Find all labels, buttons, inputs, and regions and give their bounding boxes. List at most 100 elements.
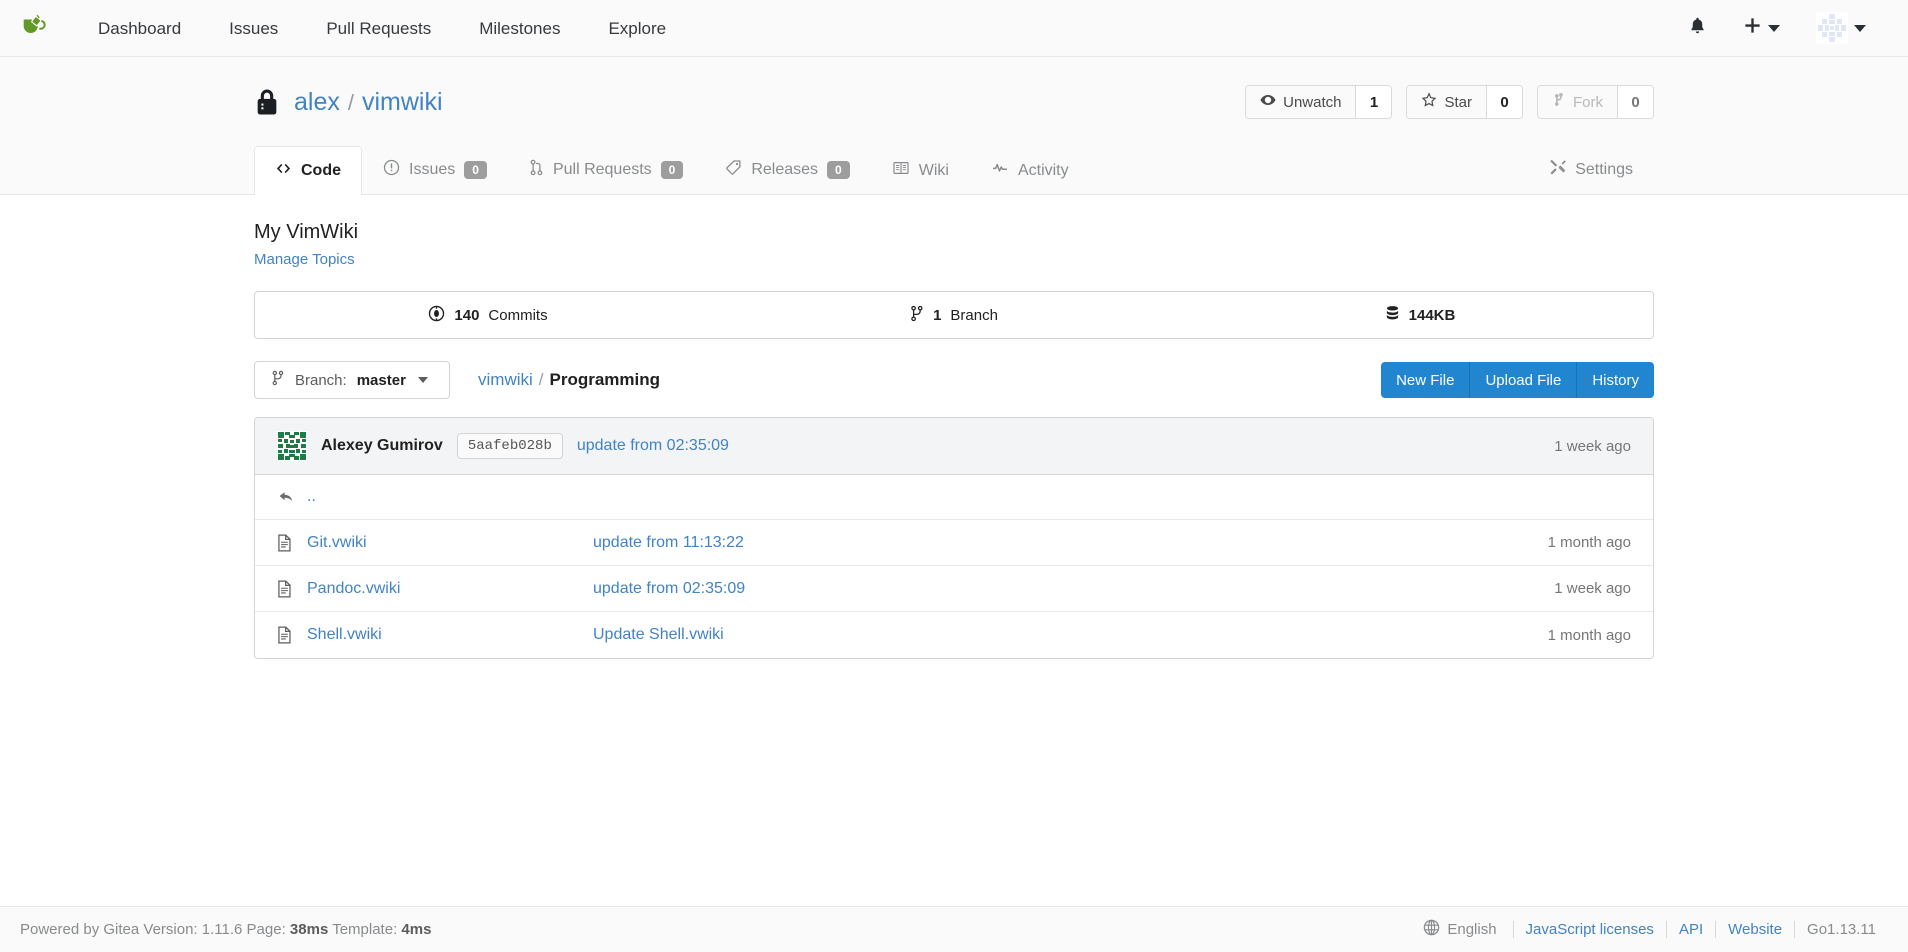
notifications-button[interactable] [1670, 6, 1725, 50]
stat-branches-count: 1 [933, 306, 942, 324]
star-button[interactable]: Star [1407, 86, 1486, 118]
chevron-down-icon [1768, 24, 1780, 32]
top-navbar: Dashboard Issues Pull Requests Milestone… [0, 0, 1908, 57]
nav-link-dashboard[interactable]: Dashboard [74, 2, 205, 55]
tab-pull-requests[interactable]: Pull Requests 0 [508, 144, 704, 195]
file-name: Shell.vwiki [307, 626, 593, 644]
commit-author-name[interactable]: Alexey Gumirov [321, 437, 443, 455]
file-path-breadcrumb: vimwiki / Programming [478, 370, 660, 390]
stat-branches[interactable]: 1 Branch [721, 292, 1187, 338]
file-commit-message: Update Shell.vwiki [593, 626, 1548, 644]
page-footer: Powered by Gitea Version: 1.11.6 Page: 3… [0, 906, 1908, 952]
parent-directory-link[interactable]: .. [307, 488, 316, 505]
chevron-down-icon [417, 377, 428, 383]
reply-arrow-icon [277, 489, 307, 505]
footer-gitea-version: 1.11.6 [201, 921, 243, 938]
footer-link-js-licenses[interactable]: JavaScript licenses [1514, 921, 1666, 938]
table-row[interactable]: Git.vwiki update from 11:13:22 1 month a… [255, 520, 1653, 566]
file-link[interactable]: Shell.vwiki [307, 626, 382, 643]
footer-template-time: 4ms [401, 921, 432, 938]
nav-link-issues[interactable]: Issues [205, 2, 302, 55]
upload-file-button[interactable]: Upload File [1470, 362, 1578, 398]
latest-commit-header: Alexey Gumirov 5aafeb028b update from 02… [255, 418, 1653, 475]
tab-releases-label: Releases [751, 161, 819, 178]
file-link[interactable]: Pandoc.vwiki [307, 580, 400, 597]
commit-age: 1 week ago [1554, 437, 1631, 455]
tab-releases[interactable]: Releases 0 [704, 144, 870, 195]
file-commit-link[interactable]: Update Shell.vwiki [593, 626, 724, 643]
commit-message[interactable]: update from 02:35:09 [577, 437, 729, 455]
repo-name-link[interactable]: vimwiki [362, 87, 443, 117]
unwatch-label: Unwatch [1283, 93, 1342, 111]
stat-repo-size-value: 144KB [1408, 306, 1456, 324]
repository-action-buttons: Unwatch 1 Star 0 Fork 0 [1245, 85, 1654, 119]
branch-and-path-row: Branch: master vimwiki / Programming New… [254, 361, 1654, 399]
footer-links: English JavaScript licenses API Website … [1423, 919, 1888, 940]
nav-link-milestones[interactable]: Milestones [455, 2, 584, 55]
file-icon [277, 534, 307, 552]
file-name: Pandoc.vwiki [307, 580, 593, 598]
repo-owner-link[interactable]: alex [294, 87, 340, 117]
breadcrumb-root-link[interactable]: vimwiki [478, 370, 533, 390]
tab-issues[interactable]: Issues 0 [362, 144, 508, 195]
footer-powered-prefix: Powered by Gitea Version: [20, 921, 198, 938]
tab-code[interactable]: Code [254, 146, 362, 195]
file-action-buttons: New File Upload File History [1381, 362, 1654, 398]
repository-stats-bar: 140 Commits 1 Branch 144KB [254, 291, 1654, 339]
stat-commits-label: Commits [488, 306, 548, 324]
history-button[interactable]: History [1577, 362, 1654, 398]
manage-topics-link[interactable]: Manage Topics [254, 251, 355, 268]
tab-activity[interactable]: Activity [970, 145, 1090, 195]
footer-link-website[interactable]: Website [1716, 921, 1794, 938]
file-commit-link[interactable]: update from 11:13:22 [593, 534, 744, 551]
fork-count[interactable]: 0 [1617, 86, 1653, 118]
table-row[interactable]: Shell.vwiki Update Shell.vwiki 1 month a… [255, 612, 1653, 658]
file-commit-link[interactable]: update from 02:35:09 [593, 580, 745, 597]
repository-tabs: Code Issues 0 Pull Requests 0 Releases 0… [246, 143, 1662, 195]
notification-bell-icon [1688, 16, 1707, 40]
repository-title-row: alex / vimwiki Unwatch 1 Star 0 Fork 0 [246, 79, 1662, 125]
file-link[interactable]: Git.vwiki [307, 534, 367, 551]
file-commit-message: update from 02:35:09 [593, 580, 1554, 598]
fork-icon [1552, 92, 1566, 112]
tools-icon [1549, 159, 1567, 181]
nav-link-explore[interactable]: Explore [584, 2, 690, 55]
stat-branches-label: Branch [950, 306, 998, 324]
gitea-logo-link[interactable] [16, 10, 52, 46]
tab-releases-count: 0 [827, 161, 850, 179]
language-selector[interactable]: English [1423, 919, 1512, 940]
new-file-button[interactable]: New File [1381, 362, 1471, 398]
tab-issues-count: 0 [464, 161, 487, 179]
repository-header: alex / vimwiki Unwatch 1 Star 0 Fork 0 C… [0, 57, 1908, 195]
identicon-avatar [277, 431, 307, 461]
nav-link-pull-requests[interactable]: Pull Requests [302, 2, 455, 55]
create-new-menu[interactable] [1725, 6, 1798, 50]
chevron-down-icon [1854, 24, 1866, 32]
branch-icon [910, 305, 924, 326]
branch-icon [271, 370, 285, 390]
commit-sha[interactable]: 5aafeb028b [456, 433, 563, 459]
breadcrumb-separator: / [347, 90, 354, 115]
tab-wiki[interactable]: Wiki [871, 145, 970, 195]
gitea-teacup-logo-icon [19, 11, 49, 46]
user-menu[interactable] [1798, 2, 1884, 54]
fork-button[interactable]: Fork [1538, 86, 1617, 118]
primary-nav-links: Dashboard Issues Pull Requests Milestone… [74, 2, 690, 55]
tab-settings[interactable]: Settings [1528, 144, 1654, 195]
repository-description: My VimWiki [254, 221, 359, 243]
star-count[interactable]: 0 [1486, 86, 1522, 118]
tab-pull-requests-label: Pull Requests [552, 161, 652, 178]
branch-selector[interactable]: Branch: master [254, 361, 450, 399]
table-row[interactable]: .. [255, 475, 1653, 520]
breadcrumb-current-folder: Programming [549, 370, 661, 389]
unwatch-button[interactable]: Unwatch [1246, 86, 1356, 118]
footer-page-time: 38ms [289, 921, 329, 938]
table-row[interactable]: Pandoc.vwiki update from 02:35:09 1 week… [255, 566, 1653, 612]
file-name: Git.vwiki [307, 534, 593, 552]
footer-link-api[interactable]: API [1667, 921, 1715, 938]
book-icon [892, 160, 910, 181]
tab-code-label: Code [301, 162, 341, 179]
watch-count[interactable]: 1 [1355, 86, 1392, 118]
plus-icon [1743, 16, 1762, 40]
stat-commits[interactable]: 140 Commits [255, 292, 721, 338]
